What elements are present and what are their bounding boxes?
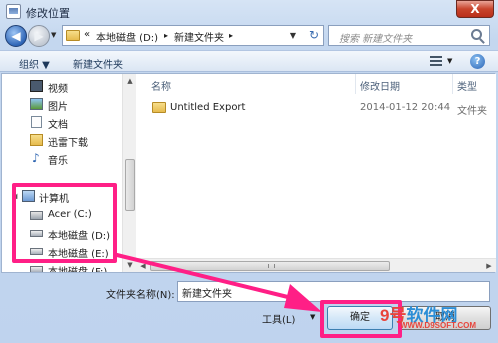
nav-label: 音乐	[48, 156, 68, 167]
highlight-box-drives	[12, 183, 117, 263]
music-icon: ♪	[32, 151, 40, 165]
organize-menu[interactable]: 组织 ▼	[19, 56, 50, 71]
nav-label: 视频	[48, 84, 68, 95]
search-box[interactable]: 搜索 新建文件夹	[328, 25, 490, 46]
app-icon	[6, 4, 21, 19]
nav-scrollbar[interactable]: ▲ ▼	[122, 74, 136, 272]
address-bar[interactable]: « 本地磁盘 (D:) ▸ 新建文件夹 ▸	[62, 25, 324, 46]
grip-icon	[268, 264, 275, 268]
address-segment-drive[interactable]: 本地磁盘 (D:)	[96, 29, 158, 44]
column-divider[interactable]	[452, 74, 453, 94]
file-type: 文件夹	[457, 106, 487, 117]
scroll-right-icon[interactable]: ▶	[482, 259, 496, 273]
video-icon	[30, 80, 43, 92]
scroll-down-icon[interactable]: ▼	[123, 258, 137, 272]
nav-item-pictures[interactable]: 图片	[2, 96, 122, 114]
address-separator-icon[interactable]: ▸	[229, 31, 233, 40]
folder-icon	[66, 30, 80, 41]
scrollbar-thumb[interactable]	[125, 159, 135, 211]
documents-icon	[31, 116, 42, 128]
column-header-name[interactable]: 名称	[151, 78, 171, 93]
pictures-icon	[30, 98, 43, 110]
window-title: 修改位置	[26, 7, 70, 20]
history-dropdown-icon[interactable]: ▼	[51, 31, 56, 39]
nav-label: 本地磁盘 (F:)	[48, 263, 107, 272]
column-header-date[interactable]: 修改日期	[360, 78, 400, 93]
help-icon[interactable]: ?	[470, 54, 485, 69]
column-divider[interactable]	[355, 74, 356, 94]
column-header-type[interactable]: 类型	[457, 78, 477, 93]
dialog-window: 修改位置 X ◀ ▶ ▼ « 本地磁盘 (D:) ▸ 新建文件夹 ▸ ▼ ↻ 搜…	[0, 0, 498, 343]
folder-name-field[interactable]: 新建文件夹	[177, 281, 490, 302]
table-row[interactable]: Untitled Export 2014-01-12 20:44 文件夹	[136, 98, 496, 118]
nav-item-videos[interactable]: 视频	[2, 78, 122, 96]
address-separator-icon[interactable]: ▸	[164, 31, 168, 40]
tools-menu[interactable]: 工具(L)	[262, 311, 295, 326]
search-placeholder: 搜索 新建文件夹	[339, 34, 413, 45]
new-folder-button[interactable]: 新建文件夹	[73, 56, 123, 71]
back-button[interactable]: ◀	[5, 25, 27, 47]
command-bar: 组织 ▼ 新建文件夹 ▼ ?	[0, 50, 498, 72]
title-bar: 修改位置 X	[0, 0, 498, 24]
address-dropdown-icon[interactable]: ▼	[286, 26, 300, 45]
horizontal-scrollbar[interactable]: ◀ ▶	[136, 258, 496, 272]
nav-item-thunder-downloads[interactable]: 迅雷下载	[2, 132, 122, 150]
view-options-icon[interactable]	[430, 55, 444, 67]
folder-name-label: 文件夹名称(N):	[106, 290, 175, 301]
file-name: Untitled Export	[170, 102, 246, 113]
forward-button[interactable]: ▶	[28, 25, 50, 47]
view-dropdown-icon[interactable]: ▼	[447, 57, 452, 65]
search-icon[interactable]	[471, 29, 482, 40]
watermark: 9号软件网 WWW.D9SOFT.COM	[378, 301, 496, 335]
drive-icon	[30, 266, 43, 272]
file-date: 2014-01-12 20:44	[360, 102, 451, 113]
nav-item-documents[interactable]: 文档	[2, 114, 122, 132]
scrollbar-thumb[interactable]	[150, 261, 390, 271]
download-icon	[30, 134, 43, 146]
refresh-icon[interactable]: ↻	[305, 26, 323, 45]
address-segment-folder[interactable]: 新建文件夹	[174, 29, 224, 44]
nav-label: 迅雷下载	[48, 138, 88, 149]
nav-label: 图片	[48, 102, 68, 113]
file-list: 名称 修改日期 类型 Untitled Export 2014-01-12 20…	[136, 74, 496, 272]
scroll-left-icon[interactable]: ◀	[136, 259, 150, 273]
tools-dropdown-icon[interactable]: ▼	[310, 313, 315, 321]
close-button[interactable]: X	[456, 0, 494, 18]
nav-label: 文档	[48, 120, 68, 131]
folder-icon	[152, 102, 166, 113]
scroll-up-icon[interactable]: ▲	[123, 74, 137, 88]
watermark-url: WWW.D9SOFT.COM	[400, 321, 476, 330]
address-chevrons[interactable]: «	[84, 29, 90, 40]
nav-item-music[interactable]: ♪ 音乐	[2, 150, 122, 168]
